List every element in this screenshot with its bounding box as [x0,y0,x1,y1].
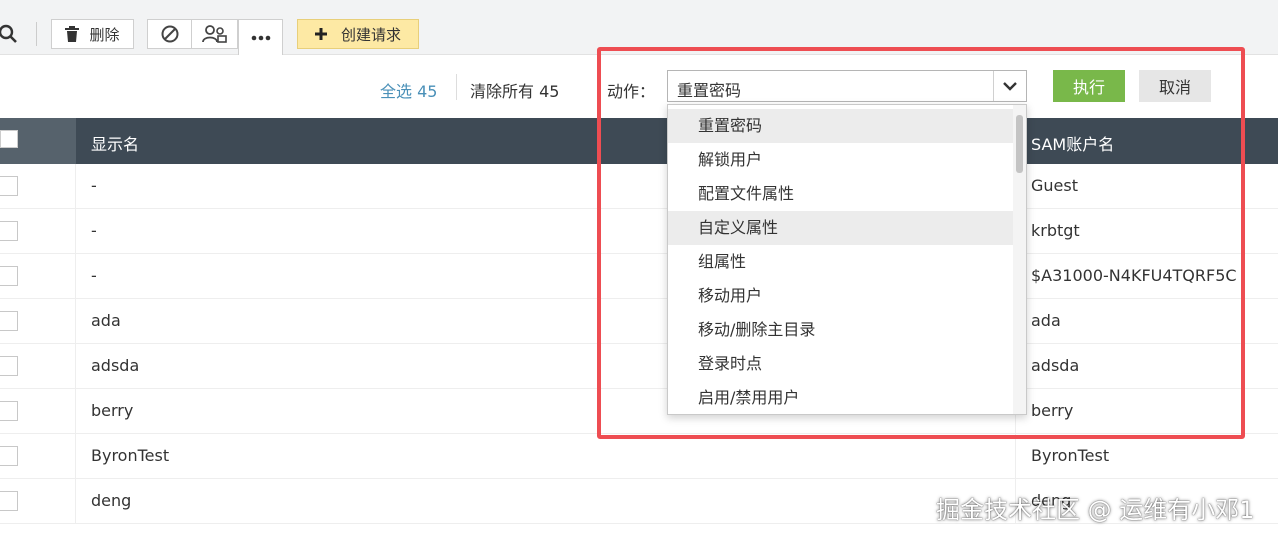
row-checkbox[interactable] [0,176,18,196]
header-checkbox-cell [0,118,76,164]
column-divider [75,299,76,343]
sam-account-cell: ByronTest [1031,446,1110,465]
column-divider [75,344,76,388]
row-checkbox[interactable] [0,446,18,466]
column-divider [75,479,76,523]
display-name-cell: ada [91,311,121,330]
column-divider [75,434,76,478]
row-checkbox[interactable] [0,221,18,241]
column-divider [75,164,76,208]
display-name-cell: ByronTest [91,446,170,465]
user-group-button[interactable] [191,19,238,49]
delete-button-label: 删除 [89,25,120,44]
disable-button[interactable] [147,19,192,49]
create-request-button[interactable]: 创建请求 [297,19,419,49]
row-checkbox[interactable] [0,266,18,286]
display-name-cell: - [91,176,97,195]
delete-button[interactable]: 删除 [51,19,134,49]
users-icon [201,25,228,43]
plus-icon [314,28,327,40]
column-divider [1015,434,1016,478]
column-divider [75,209,76,253]
search-icon[interactable] [0,19,22,49]
display-name-cell: deng [91,491,132,510]
trash-icon [65,26,80,42]
row-checkbox[interactable] [0,356,18,376]
display-name-cell: - [91,221,97,240]
ban-icon [161,25,179,43]
create-request-label: 创建请求 [340,25,401,44]
highlight-annotation-box [597,47,1245,439]
table-row[interactable]: ByronTest ByronTest [0,434,1278,479]
select-all-checkbox[interactable] [0,130,18,148]
toolbar-divider [36,22,37,46]
more-button[interactable] [238,19,283,55]
select-all-link[interactable]: 全选 45 [380,78,437,102]
more-dots-icon [251,35,271,41]
column-divider [75,254,76,298]
row-checkbox[interactable] [0,491,18,511]
display-name-cell: adsda [91,356,140,375]
column-display-name[interactable]: 显示名 [91,131,139,155]
selection-divider [456,74,457,100]
clear-all-link[interactable]: 清除所有 45 [470,78,559,102]
display-name-cell: berry [91,401,134,420]
column-divider [75,389,76,433]
display-name-cell: - [91,266,97,285]
watermark: 掘金技术社区 @ 运维有小邓1 [936,496,1255,524]
row-checkbox[interactable] [0,401,18,421]
row-checkbox[interactable] [0,311,18,331]
